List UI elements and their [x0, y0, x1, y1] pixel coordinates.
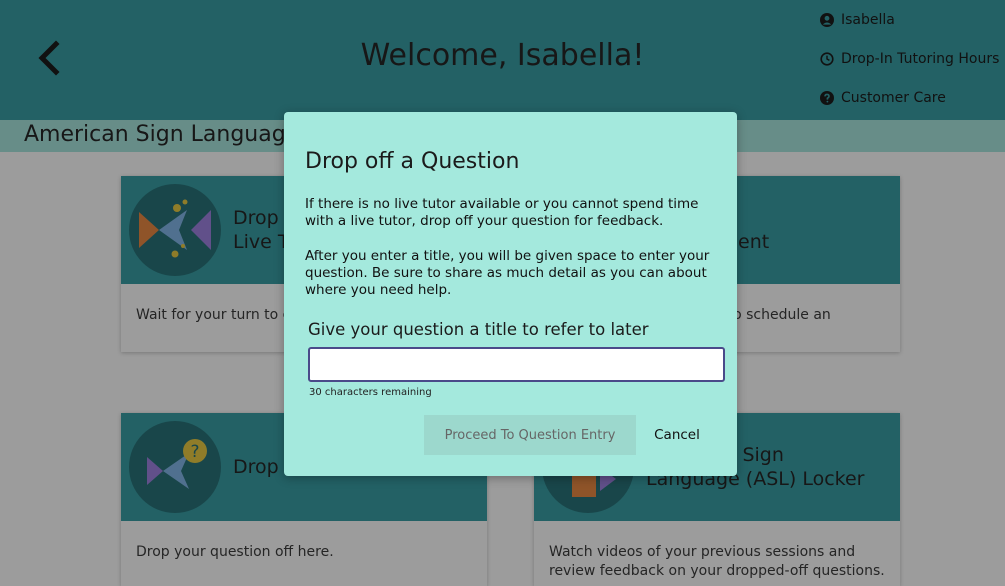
- question-title-input[interactable]: [308, 347, 725, 382]
- modal-instructions: After you enter a title, you will be giv…: [305, 248, 710, 298]
- drop-off-question-modal: Drop off a Question If there is no live …: [284, 112, 737, 476]
- modal-description: If there is no live tutor available or y…: [305, 196, 699, 229]
- proceed-button[interactable]: Proceed To Question Entry: [424, 415, 636, 455]
- question-title-label: Give your question a title to refer to l…: [308, 320, 649, 339]
- modal-title: Drop off a Question: [305, 149, 520, 174]
- characters-remaining: 30 characters remaining: [309, 387, 432, 398]
- cancel-button[interactable]: Cancel: [644, 415, 710, 455]
